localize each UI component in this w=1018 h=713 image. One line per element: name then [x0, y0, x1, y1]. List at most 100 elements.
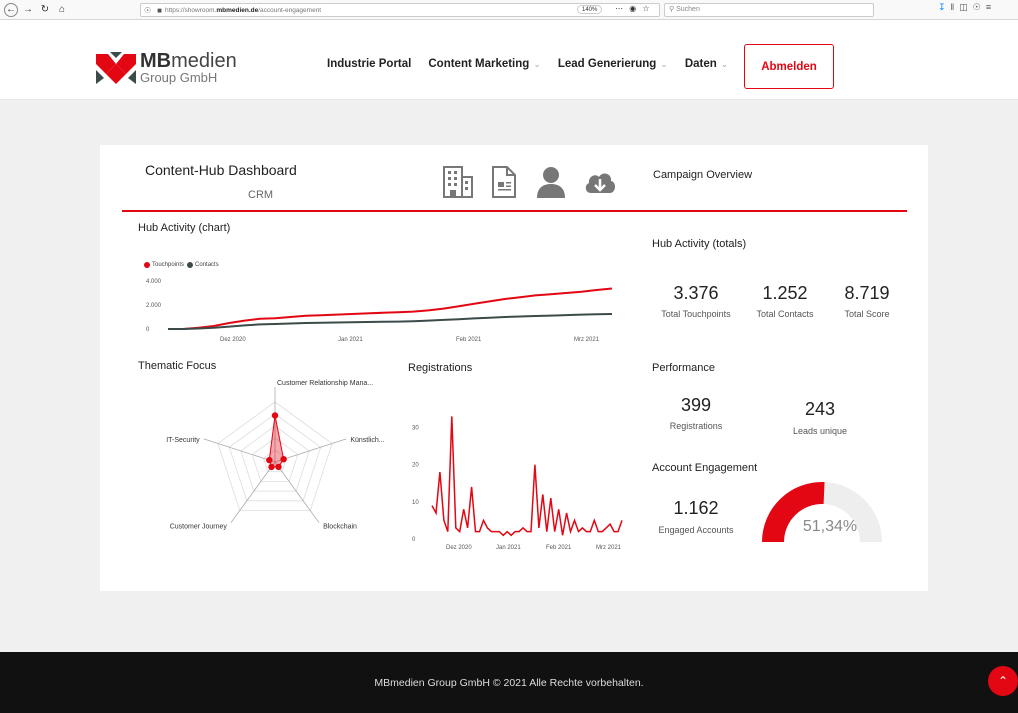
- engaged-accounts-label: Engaged Accounts: [658, 525, 734, 535]
- hub-activity-chart-title: Hub Activity (chart): [138, 222, 231, 234]
- radar-data-point: [275, 463, 282, 471]
- cloud-download-icon[interactable]: [583, 165, 617, 199]
- scroll-top-button[interactable]: ⌃: [988, 666, 1018, 696]
- logo-subtitle: Group GmbH: [140, 69, 218, 85]
- legend-item: Contacts: [187, 262, 219, 268]
- registrations-value: 399: [680, 395, 712, 415]
- hub-activity-chart: 0 2.000 4.000 Dez 2020 Jan 2021 Feb 2021 Mrz 2…: [146, 279, 613, 343]
- library-icon[interactable]: ‖: [951, 2, 960, 12]
- campaign-overview-link[interactable]: Campaign Overview: [653, 169, 752, 181]
- chevron-down-icon: ⌄: [533, 58, 541, 69]
- radar-category-label: Customer Relationship Mana...: [277, 380, 373, 387]
- legend-item: Touchpoints: [144, 262, 184, 268]
- forward-icon[interactable]: →: [21, 3, 35, 17]
- registrations-chart: 0 10 20 30 Dez 2020 Jan 2021 Feb 2021 Mrz 2021: [412, 416, 623, 551]
- url-text: https://showroom.mbmedien.de/account-eng…: [165, 6, 322, 14]
- account-icon[interactable]: ☉: [973, 2, 986, 12]
- x-tick-label: Dez 2020: [446, 545, 472, 551]
- sidebar-icon[interactable]: ◫: [959, 2, 973, 12]
- y-tick-label: 30: [412, 426, 419, 432]
- search-icon: ⚲: [669, 6, 675, 13]
- legend-dot: [144, 262, 150, 268]
- hub-activity-totals-title: Hub Activity (totals): [652, 238, 747, 250]
- home-icon[interactable]: ⌂: [55, 3, 69, 17]
- y-tick-label: 0: [412, 537, 416, 543]
- total-contacts-label: Total Contacts: [756, 309, 814, 319]
- chevron-down-icon: ⌄: [660, 58, 668, 69]
- x-tick-label: Mrz 2021: [574, 337, 600, 343]
- nav-item-lead-generierung[interactable]: Lead Generierung ⌄: [558, 58, 668, 70]
- x-tick-label: Dez 2020: [220, 337, 246, 343]
- nav-item-daten[interactable]: Daten ⌄: [685, 58, 729, 70]
- reload-icon[interactable]: ↻: [38, 3, 52, 17]
- hub-activity-legend: Touchpoints Contacts: [144, 262, 222, 268]
- radar-axis: [230, 461, 276, 523]
- registrations-line: [431, 416, 623, 537]
- engaged-accounts-value: 1.162: [673, 498, 719, 518]
- user-icon[interactable]: [534, 165, 568, 199]
- legend-dot: [187, 262, 194, 268]
- logout-button[interactable]: Abmelden: [744, 44, 834, 89]
- nav-item-content-marketing[interactable]: Content Marketing ⌄: [428, 58, 541, 70]
- logo-brand: MBmedien: [140, 49, 237, 72]
- chevron-down-icon: ⌄: [720, 58, 729, 69]
- page-actions-icon[interactable]: ⋯ ◉ ☆: [615, 4, 652, 13]
- dashboard-subtitle: CRM: [248, 189, 274, 201]
- menu-icon[interactable]: ≡: [986, 2, 996, 12]
- y-tick-label: 2.000: [146, 303, 162, 309]
- thematic-focus-title: Thematic Focus: [138, 360, 217, 372]
- toolbar-icons[interactable]: ↧‖◫☉≡: [938, 2, 996, 13]
- registrations-label: Registrations: [669, 421, 723, 431]
- gauge-label: 51,34%: [802, 518, 858, 535]
- dashboard-title: Content-Hub Dashboard: [145, 162, 297, 178]
- thematic-focus-radar-chart: Customer Relationship Mana... Künstlich..…: [166, 380, 384, 531]
- site-header: MBmedien Group GmbH Industrie Portal Con…: [0, 20, 1018, 100]
- total-contacts-value: 1.252: [762, 283, 808, 303]
- y-tick-label: 0: [146, 327, 150, 333]
- leads-unique-label: Leads unique: [792, 426, 848, 436]
- radar-category-label: IT-Security: [166, 437, 200, 444]
- logo[interactable]: MBmedien Group GmbH: [96, 50, 237, 84]
- divider: [122, 210, 907, 212]
- chevron-up-icon: ⌃: [997, 674, 1009, 688]
- radar-data-point: [280, 456, 287, 463]
- x-tick-label: Mrz 2021: [596, 545, 622, 551]
- document-icon[interactable]: [489, 165, 519, 199]
- registrations-title: Registrations: [408, 362, 473, 374]
- total-touchpoints-label: Total Touchpoints: [661, 309, 731, 319]
- main-nav: Industrie Portal Content Marketing ⌄ Lead…: [327, 58, 745, 70]
- y-tick-label: 20: [412, 463, 419, 469]
- series-line-touchpoints: [168, 287, 613, 330]
- radar-axis: [274, 461, 320, 523]
- report-icon-row: [442, 165, 632, 199]
- y-tick-label: 10: [412, 500, 419, 506]
- download-icon[interactable]: ↧: [938, 2, 951, 12]
- footer-copyright: MBmedien Group GmbH © 2021 Alle Rechte v…: [374, 676, 644, 689]
- logo-mark-icon: [96, 52, 136, 84]
- back-icon[interactable]: ←: [4, 2, 18, 17]
- radar-category-label: Künstlich...: [350, 437, 384, 444]
- building-icon[interactable]: [442, 165, 474, 199]
- radar-data-point: [271, 412, 279, 419]
- shield-icon: ☉: [144, 5, 152, 15]
- leads-unique-value: 243: [804, 399, 836, 419]
- radar-category-label: Blockchain: [323, 524, 357, 531]
- y-tick-label: 4.000: [146, 279, 162, 285]
- x-tick-label: Feb 2021: [456, 337, 482, 343]
- total-score-label: Total Score: [844, 309, 890, 319]
- search-input[interactable]: ⚲ Suchen: [664, 3, 874, 17]
- nav-item-industrie-portal[interactable]: Industrie Portal: [327, 58, 411, 70]
- total-score-value: 8.719: [844, 283, 890, 303]
- zoom-badge[interactable]: 140%: [577, 5, 603, 14]
- browser-toolbar: ← → ↻ ⌂ ☉ ■ https://showroom.mbmedien.de…: [0, 0, 1018, 20]
- footer: MBmedien Group GmbH © 2021 Alle Rechte v…: [0, 652, 1018, 713]
- dashboard-card: Content-Hub Dashboard CRM Campaign Overv…: [100, 145, 928, 591]
- x-tick-label: Feb 2021: [546, 545, 572, 551]
- radar-category-label: Customer Journey: [170, 524, 228, 531]
- radar-data-point: [268, 463, 275, 471]
- lock-icon: ■: [157, 5, 163, 15]
- x-tick-label: Jan 2021: [338, 337, 363, 343]
- performance-title: Performance: [652, 362, 715, 374]
- radar-data-point: [266, 456, 273, 464]
- total-touchpoints-value: 3.376: [673, 283, 719, 303]
